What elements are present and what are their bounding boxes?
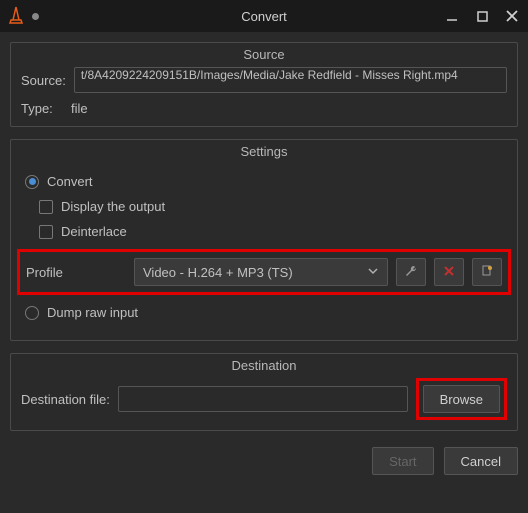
maximize-button[interactable] <box>474 8 490 24</box>
new-file-icon <box>480 264 494 281</box>
dump-radio[interactable]: Dump raw input <box>25 305 507 320</box>
titlebar: Convert <box>0 0 528 32</box>
vlc-icon <box>8 6 24 27</box>
destination-group: Destination Destination file: Browse <box>10 353 518 431</box>
destination-file-label: Destination file: <box>21 392 110 407</box>
destination-file-input[interactable] <box>118 386 408 412</box>
type-value: file <box>71 101 88 116</box>
display-output-checkbox[interactable]: Display the output <box>39 199 507 214</box>
status-dot <box>32 13 39 20</box>
destination-group-title: Destination <box>11 358 517 373</box>
settings-group-title: Settings <box>11 144 517 159</box>
checkbox-icon <box>39 200 53 214</box>
new-profile-button[interactable] <box>472 258 502 286</box>
display-output-label: Display the output <box>61 199 165 214</box>
deinterlace-checkbox[interactable]: Deinterlace <box>39 224 507 239</box>
minimize-button[interactable] <box>444 8 460 24</box>
profile-value: Video - H.264 + MP3 (TS) <box>143 265 293 280</box>
source-group: Source Source: t/8A4209224209151B/Images… <box>10 42 518 127</box>
profile-select[interactable]: Video - H.264 + MP3 (TS) <box>134 258 388 286</box>
profile-label: Profile <box>26 265 126 280</box>
delete-profile-button[interactable] <box>434 258 464 286</box>
start-button[interactable]: Start <box>372 447 433 475</box>
checkbox-icon <box>39 225 53 239</box>
radio-icon <box>25 175 39 189</box>
type-label: Type: <box>21 101 63 116</box>
dump-radio-label: Dump raw input <box>47 305 138 320</box>
browse-highlight: Browse <box>416 378 507 420</box>
chevron-down-icon <box>367 265 379 280</box>
browse-button[interactable]: Browse <box>423 385 500 413</box>
convert-radio-label: Convert <box>47 174 93 189</box>
edit-profile-button[interactable] <box>396 258 426 286</box>
x-icon <box>443 265 455 280</box>
radio-icon <box>25 306 39 320</box>
wrench-icon <box>404 264 418 281</box>
convert-radio[interactable]: Convert <box>25 174 507 189</box>
close-button[interactable] <box>504 8 520 24</box>
profile-row-highlight: Profile Video - H.264 + MP3 (TS) <box>17 249 511 295</box>
footer: Start Cancel <box>0 443 528 485</box>
settings-group: Settings Convert Display the output Dein… <box>10 139 518 341</box>
deinterlace-label: Deinterlace <box>61 224 127 239</box>
source-input[interactable]: t/8A4209224209151B/Images/Media/Jake Red… <box>74 67 507 93</box>
source-group-title: Source <box>11 47 517 62</box>
source-label: Source: <box>21 73 66 88</box>
cancel-button[interactable]: Cancel <box>444 447 518 475</box>
